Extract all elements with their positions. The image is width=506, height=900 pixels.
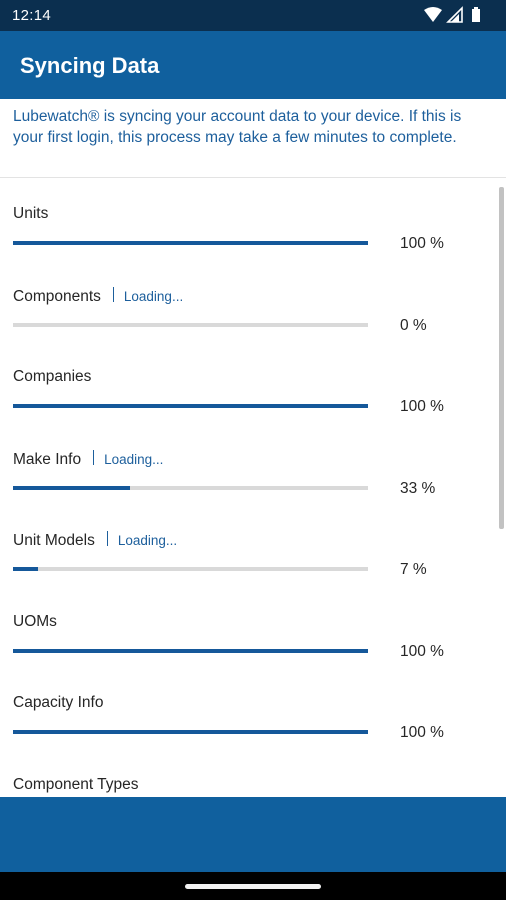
progress-fill xyxy=(13,241,368,245)
progress-fill xyxy=(13,730,368,734)
progress-percent: 100 % xyxy=(400,724,444,741)
progress-bar xyxy=(13,648,368,653)
sync-item: Component Types xyxy=(0,749,506,798)
status-separator xyxy=(93,449,95,465)
sync-item-header: Make Info Loading... xyxy=(13,449,164,470)
sync-item: Capacity Info 100 % xyxy=(0,667,506,749)
app-bar: Syncing Data xyxy=(0,31,506,99)
sync-item-header: Capacity Info xyxy=(13,694,103,714)
home-indicator[interactable] xyxy=(185,884,321,889)
sync-item-header: Components Loading... xyxy=(13,286,184,307)
progress-fill xyxy=(13,485,131,490)
progress-fill xyxy=(13,567,38,571)
progress-percent: 100 % xyxy=(400,398,444,415)
progress-bar xyxy=(13,730,368,734)
sync-item-name: UOMs xyxy=(13,612,57,630)
page-title: Syncing Data xyxy=(20,53,160,78)
sync-item-header: Companies xyxy=(13,368,91,388)
status-separator xyxy=(112,286,114,302)
bottom-bar xyxy=(0,797,506,872)
battery-icon xyxy=(472,7,480,22)
progress-percent: 100 % xyxy=(400,642,444,660)
intro-message: Lubewatch® is syncing your account data … xyxy=(13,108,462,146)
progress-bar xyxy=(13,241,368,245)
sync-item: Companies 100 % xyxy=(0,341,506,423)
scrollbar[interactable] xyxy=(499,187,504,529)
progress-bar xyxy=(13,322,368,327)
sync-item: Units 100 % xyxy=(0,178,506,260)
signal-icon xyxy=(446,6,463,23)
status-icons xyxy=(424,6,480,23)
sync-item-header: Unit Models Loading... xyxy=(13,531,177,551)
sync-item-status: Loading... xyxy=(104,451,164,467)
wifi-icon xyxy=(424,7,442,22)
status-time: 12:14 xyxy=(12,7,52,24)
sync-item-name: Make Info xyxy=(13,450,82,468)
sync-item: Components Loading... 0 % xyxy=(0,260,506,342)
sync-item-header: Component Types xyxy=(13,776,139,796)
progress-bar xyxy=(13,404,368,408)
sync-item-status: Loading... xyxy=(117,533,178,548)
sync-list[interactable]: Units 100 % Components Loading... 0 % Compani… xyxy=(0,178,506,797)
progress-percent: 0 % xyxy=(400,316,427,334)
progress-percent: 33 % xyxy=(400,479,436,497)
progress-fill xyxy=(13,648,368,653)
sync-item-name: Companies xyxy=(13,368,92,385)
sync-item-name: Component Types xyxy=(13,775,139,793)
sync-item: Make Info Loading... 33 % xyxy=(0,423,506,505)
sync-item-header: UOMs xyxy=(13,613,57,633)
sync-item-name: Unit Models xyxy=(13,532,95,549)
sync-item-name: Components xyxy=(13,287,101,305)
progress-percent: 100 % xyxy=(400,235,444,252)
sync-item-name: Capacity Info xyxy=(13,694,104,711)
progress-percent: 7 % xyxy=(400,561,427,578)
sync-item: UOMs 100 % xyxy=(0,586,506,668)
status-separator xyxy=(106,531,108,546)
status-bar: 12:14 xyxy=(0,0,506,31)
progress-bar xyxy=(13,567,368,571)
sync-item-status: Loading... xyxy=(123,288,184,304)
progress-fill xyxy=(13,404,368,408)
sync-item: Unit Models Loading... 7 % xyxy=(0,504,506,586)
sync-item-header: Units xyxy=(13,205,48,225)
sync-item-name: Units xyxy=(13,205,49,222)
progress-bar xyxy=(13,485,368,490)
